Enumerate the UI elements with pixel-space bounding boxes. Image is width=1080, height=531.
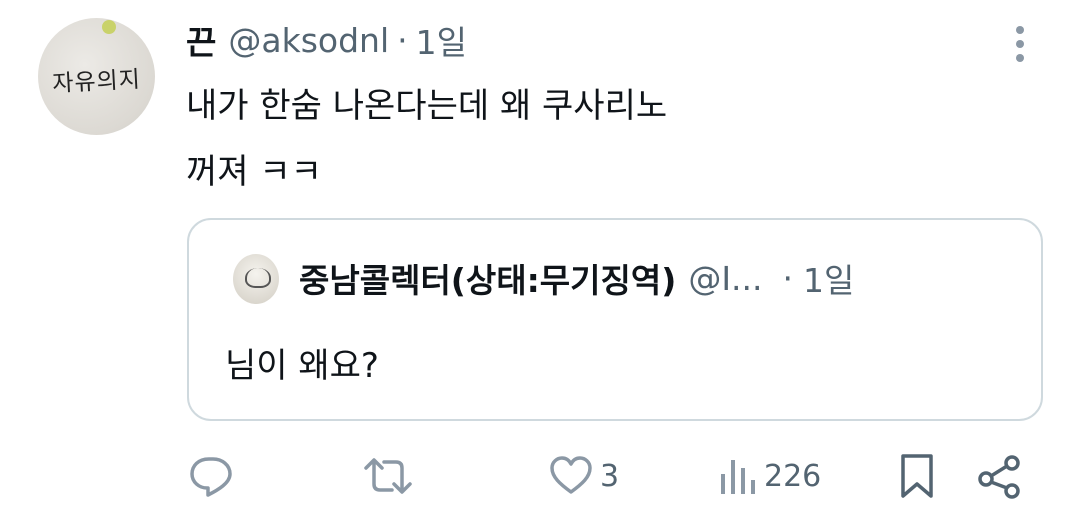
quote-avatar — [233, 254, 279, 304]
share-icon — [978, 455, 1020, 499]
quote-text: 님이 왜요? — [225, 346, 379, 386]
tweet-header: 끈 @aksodnl · 1일 — [186, 14, 467, 66]
avatar-dot — [102, 20, 116, 34]
retweet-icon — [364, 458, 412, 494]
reply-button[interactable] — [188, 450, 240, 502]
separator-dot: · — [397, 20, 408, 60]
like-button[interactable]: 3 — [548, 450, 619, 502]
quote-handle: @I... — [688, 258, 763, 298]
more-icon[interactable] — [1008, 22, 1032, 66]
view-count: 226 — [764, 458, 822, 494]
user-handle[interactable]: @aksodnl — [228, 21, 389, 60]
quote-separator-dot: · — [782, 258, 794, 298]
quote-avatar-face — [245, 268, 271, 288]
like-icon — [550, 456, 592, 494]
views-icon — [721, 460, 755, 494]
retweet-button[interactable] — [362, 450, 420, 502]
display-name[interactable]: 끈 — [186, 16, 216, 64]
timestamp[interactable]: 1일 — [416, 16, 467, 64]
tweet-text-line2: 꺼져 ㅋㅋ — [186, 152, 322, 192]
bookmark-button[interactable] — [898, 450, 936, 502]
reply-icon — [190, 457, 232, 497]
like-count: 3 — [600, 458, 620, 494]
quote-display-name: 중남콜렉터(상태:무기징역) — [299, 261, 677, 300]
share-button[interactable] — [976, 450, 1024, 502]
quoted-tweet[interactable]: 중남콜렉터(상태:무기징역) @I... · 1일 님이 왜요? — [187, 218, 1043, 421]
quote-timestamp: 1일 — [803, 261, 855, 300]
bookmark-icon — [901, 454, 933, 498]
avatar[interactable]: 자유의지 — [38, 18, 155, 135]
views-button[interactable]: 226 — [718, 450, 821, 502]
avatar-text: 자유의지 — [51, 66, 142, 98]
tweet-text-line1: 내가 한숨 나온다는데 왜 쿠사리노 — [186, 86, 668, 126]
quote-header: 중남콜렉터(상태:무기징역) @I... · 1일 — [299, 252, 854, 304]
